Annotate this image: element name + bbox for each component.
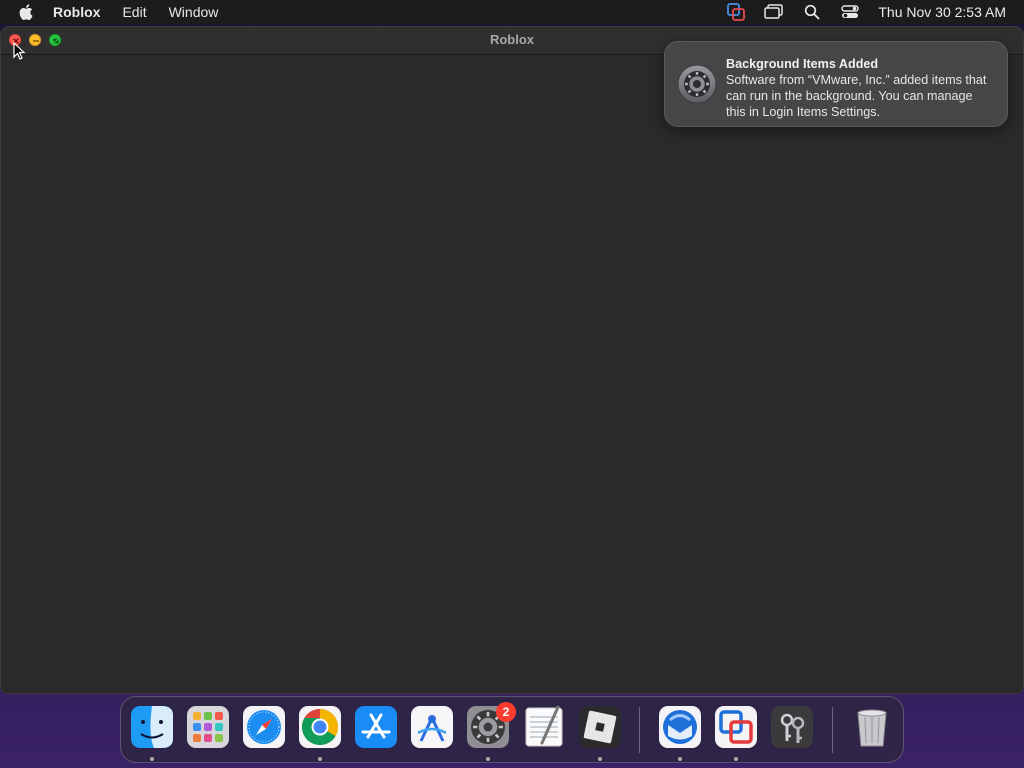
menu-window[interactable]: Window [169,4,219,20]
chrome-icon [299,706,341,748]
trash-icon [857,709,887,747]
dock-safari[interactable] [242,705,286,749]
dock-roblox[interactable] [578,705,622,749]
menu-app-name[interactable]: Roblox [53,4,100,20]
running-indicator [678,757,682,761]
vmware-status-icon[interactable] [726,3,746,21]
thunderbird-icon [659,706,701,748]
launchpad-icon [187,706,229,748]
safari-icon [243,706,285,748]
menu-bar-clock[interactable]: Thu Nov 30 2:53 AM [878,4,1006,20]
menu-bar: Roblox Edit Window Thu Nov 30 2:53 AM [0,0,1024,24]
dock-separator [832,707,833,753]
dock-instruments[interactable] [410,705,454,749]
notification-badge: 2 [496,702,516,722]
spotlight-search-icon[interactable] [802,3,822,21]
mouse-cursor-icon [13,42,26,60]
background-items-notification[interactable]: Background Items Added Software from “VM… [664,41,1008,127]
instruments-icon [411,706,453,748]
finder-icon [131,706,173,748]
dock-chrome[interactable] [298,705,342,749]
dock-separator [639,707,640,753]
menu-bar-extras: Thu Nov 30 2:53 AM [708,0,1006,24]
roblox-content-area[interactable] [1,55,1023,693]
keychain-access-icon [771,706,813,748]
apple-menu-icon[interactable] [19,4,35,20]
dock-app-store[interactable] [354,705,398,749]
gear-icon [677,64,717,104]
notification-body: Software from “VMware, Inc.” added items… [726,73,987,119]
control-center-icon[interactable] [840,3,860,21]
vmware-fusion-icon [715,706,757,748]
dock-vmware-fusion[interactable] [714,705,758,749]
textedit-icon [525,705,563,747]
running-indicator [318,757,322,761]
menu-edit[interactable]: Edit [122,4,146,20]
screen-mirroring-icon[interactable] [764,3,784,21]
running-indicator [734,757,738,761]
app-store-icon [355,706,397,748]
dock-trash[interactable] [850,705,894,749]
running-indicator [486,757,490,761]
dock-launchpad[interactable] [186,705,230,749]
dock-keychain-access[interactable] [770,705,814,749]
notification-text: Background Items Added Software from “VM… [726,56,995,119]
running-indicator [598,757,602,761]
roblox-icon [579,706,621,748]
running-indicator [150,757,154,761]
dock-textedit[interactable] [522,705,566,749]
desktop: Roblox Edit Window Thu Nov 30 2:53 AM Ro… [0,0,1024,768]
dock-finder[interactable] [130,705,174,749]
notification-title: Background Items Added [726,57,879,71]
dock-thunderbird[interactable] [658,705,702,749]
